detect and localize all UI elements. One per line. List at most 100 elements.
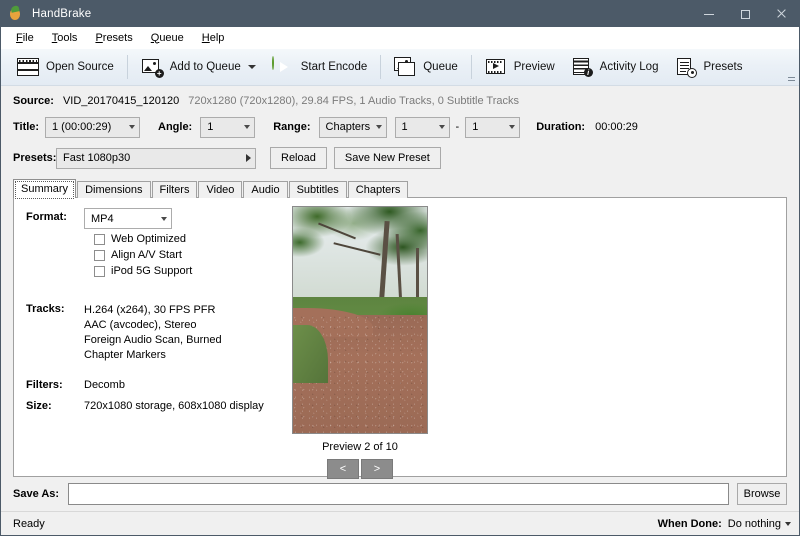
angle-select[interactable]: 1	[200, 117, 255, 138]
save-new-preset-button[interactable]: Save New Preset	[334, 147, 441, 169]
add-to-queue-button[interactable]: + Add to Queue	[133, 52, 264, 83]
menu-presets[interactable]: Presets	[86, 29, 141, 47]
tab-subtitles-label: Subtitles	[297, 184, 339, 196]
presets-toolbar-button[interactable]: Presets	[666, 52, 750, 83]
save-as-row: Save As: Browse	[1, 477, 799, 511]
tab-summary[interactable]: Summary	[13, 179, 76, 198]
preview-next-button[interactable]: >	[361, 459, 393, 479]
save-as-input[interactable]	[68, 483, 729, 505]
tab-filters[interactable]: Filters	[152, 181, 198, 198]
range-start-select[interactable]: 1	[395, 117, 450, 138]
handbrake-window: HandBrake File Tools Presets Queue Help …	[0, 0, 800, 536]
format-value: MP4	[91, 213, 155, 225]
menu-file-rest: ile	[23, 32, 34, 44]
queue-button[interactable]: Queue	[386, 52, 466, 83]
toolbar-separator-2	[380, 55, 381, 79]
tab-filters-label: Filters	[160, 184, 190, 196]
preview-image	[292, 206, 428, 434]
format-row: Format: MP4	[26, 208, 276, 229]
track-item: AAC (avcodec), Stereo	[84, 318, 222, 333]
tab-audio[interactable]: Audio	[243, 181, 287, 198]
close-button[interactable]	[763, 1, 799, 27]
format-label: Format:	[26, 208, 84, 229]
status-text: Ready	[13, 518, 45, 530]
tab-dimensions[interactable]: Dimensions	[77, 181, 150, 198]
source-metadata: 720x1280 (720x1280), 29.84 FPS, 1 Audio …	[188, 95, 519, 107]
menu-queue[interactable]: Queue	[142, 29, 193, 47]
add-image-icon: +	[141, 57, 163, 77]
duration-label: Duration:	[536, 121, 585, 133]
menu-bar: File Tools Presets Queue Help	[1, 27, 799, 49]
chevron-down-icon	[785, 522, 791, 526]
chevron-down-icon	[161, 217, 167, 221]
minimize-button[interactable]	[691, 1, 727, 27]
source-filename: VID_20170415_120120	[63, 95, 179, 107]
title-select[interactable]: 1 (00:00:29)	[45, 117, 140, 138]
when-done-group[interactable]: When Done: Do nothing	[658, 518, 791, 530]
tab-video[interactable]: Video	[198, 181, 242, 198]
close-icon	[776, 9, 786, 19]
checkbox-icon	[94, 266, 105, 277]
maximize-button[interactable]	[727, 1, 763, 27]
tab-chapters[interactable]: Chapters	[348, 181, 409, 198]
title-label: Title:	[13, 121, 45, 133]
preview-nav: < >	[292, 459, 428, 479]
ipod-5g-support-label: iPod 5G Support	[111, 265, 192, 277]
format-select[interactable]: MP4	[84, 208, 172, 229]
summary-grid: Format: MP4 Web Optimized Align A/V Star…	[26, 208, 276, 414]
size-label: Size:	[26, 397, 84, 412]
filters-label: Filters:	[26, 376, 84, 391]
film-strip-icon	[17, 57, 39, 77]
range-label: Range:	[273, 121, 310, 133]
main-toolbar: Open Source + Add to Queue Start Encode …	[1, 49, 799, 86]
summary-panel: Format: MP4 Web Optimized Align A/V Star…	[13, 197, 787, 477]
play-icon	[272, 57, 294, 77]
menu-tools[interactable]: Tools	[43, 29, 87, 47]
toolbar-overflow-button[interactable]	[788, 75, 795, 81]
chevron-down-icon	[439, 125, 445, 129]
open-source-label: Open Source	[46, 61, 114, 73]
menu-file[interactable]: File	[7, 29, 43, 47]
align-av-start-checkbox[interactable]: Align A/V Start	[94, 249, 276, 261]
film-play-icon	[485, 57, 507, 77]
when-done-label: When Done:	[658, 518, 722, 530]
log-info-icon: i	[571, 57, 593, 77]
presets-value: Fast 1080p30	[63, 152, 240, 164]
tab-strip: Summary Dimensions Filters Video Audio S…	[1, 179, 799, 198]
checkbox-icon	[94, 234, 105, 245]
tab-video-label: Video	[206, 184, 234, 196]
open-source-button[interactable]: Open Source	[9, 52, 122, 83]
preview-button[interactable]: Preview	[477, 52, 563, 83]
angle-label: Angle:	[158, 121, 192, 133]
tab-dimensions-label: Dimensions	[85, 184, 142, 196]
activity-log-button[interactable]: i Activity Log	[563, 52, 667, 83]
tracks-list: H.264 (x264), 30 FPS PFR AAC (avcodec), …	[84, 300, 222, 363]
chevron-down-icon	[129, 125, 135, 129]
chevron-right-icon	[246, 154, 251, 162]
source-label: Source:	[13, 95, 54, 107]
menu-help[interactable]: Help	[193, 29, 234, 47]
track-item: Foreign Audio Scan, Burned	[84, 333, 222, 348]
browse-button[interactable]: Browse	[737, 483, 787, 505]
window-title: HandBrake	[32, 8, 91, 20]
start-encode-button[interactable]: Start Encode	[264, 52, 375, 83]
preview-prev-button[interactable]: <	[327, 459, 359, 479]
tab-subtitles[interactable]: Subtitles	[289, 181, 347, 198]
reload-button[interactable]: Reload	[270, 147, 327, 169]
track-item: H.264 (x264), 30 FPS PFR	[84, 303, 222, 318]
minimize-icon	[704, 14, 714, 15]
range-type-select[interactable]: Chapters	[319, 117, 387, 138]
checkbox-icon	[94, 250, 105, 261]
maximize-icon	[741, 10, 750, 19]
size-row: Size: 720x1080 storage, 608x1080 display	[26, 397, 276, 412]
ipod-5g-support-checkbox[interactable]: iPod 5G Support	[94, 265, 276, 277]
title-bar: HandBrake	[1, 1, 799, 27]
web-optimized-checkbox[interactable]: Web Optimized	[94, 233, 276, 245]
range-end-value: 1	[472, 121, 503, 133]
presets-row: Presets: Fast 1080p30 Reload Save New Pr…	[1, 143, 799, 173]
tab-audio-label: Audio	[251, 184, 279, 196]
status-bar: Ready When Done: Do nothing	[1, 511, 799, 535]
document-gear-icon	[674, 57, 696, 77]
range-end-select[interactable]: 1	[465, 117, 520, 138]
presets-select[interactable]: Fast 1080p30	[56, 148, 256, 169]
